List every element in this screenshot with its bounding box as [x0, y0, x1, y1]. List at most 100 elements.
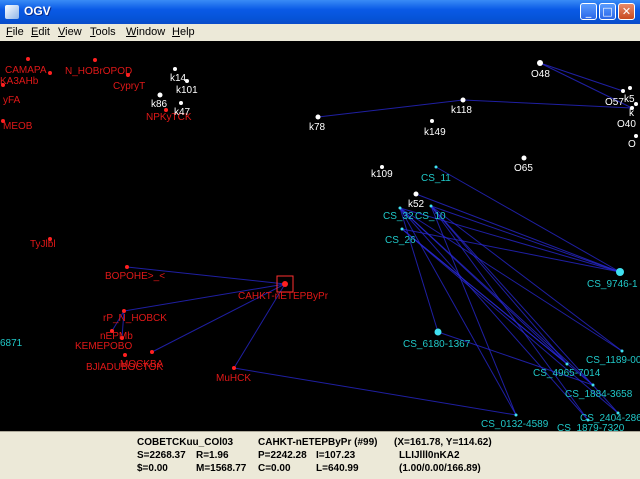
app-icon [5, 5, 19, 19]
graph-node[interactable]: CAMAPA [5, 57, 47, 76]
graph-node-label: KEMEPOBO [75, 341, 132, 352]
graph-node-dot[interactable] [429, 204, 433, 208]
graph-node[interactable]: k78 [309, 114, 326, 134]
graph-view[interactable]: CAMAPA N_HOBrOPODKA3AHb CypryTyFANPKyTCKME… [0, 41, 640, 431]
graph-node-dot[interactable] [282, 281, 288, 287]
graph-node[interactable]: CAHKT-nETEPByPr [238, 281, 329, 302]
graph-node-dot[interactable] [26, 57, 30, 61]
graph-node-dot[interactable] [591, 383, 595, 387]
graph-node[interactable]: O57 [605, 89, 625, 108]
graph-node[interactable]: CS_26 [385, 227, 416, 247]
graph-node-label: N_HOBrOPOD [65, 66, 132, 77]
graph-node[interactable]: CS_9746-1 [587, 268, 638, 290]
graph-node-label: CS_10 [415, 211, 446, 222]
graph-node-label: k [629, 108, 635, 119]
graph-node-dot[interactable] [413, 191, 419, 197]
graph-node-dot[interactable] [628, 86, 632, 90]
graph-node-label: O [628, 139, 636, 150]
graph-node-dot[interactable] [521, 155, 527, 161]
graph-node-dot[interactable] [123, 353, 127, 357]
graph-node-dot[interactable] [434, 328, 442, 336]
close-button[interactable]: ✕ [618, 3, 635, 20]
graph-edge [401, 228, 621, 273]
graph-node[interactable]: MOCKBA [120, 350, 164, 370]
graph-node-dot[interactable] [616, 268, 624, 276]
menu-view[interactable]: View [58, 26, 82, 38]
menu-file[interactable]: File [6, 26, 24, 38]
maximize-button[interactable]: □ [599, 3, 616, 20]
graph-edge [539, 62, 624, 92]
graph-node-label: CS_6180-1367 [403, 339, 471, 350]
graph-node[interactable]: TyJlbl [30, 237, 56, 250]
graph-node[interactable]: k86 [151, 92, 168, 111]
graph-node-dot[interactable] [93, 58, 97, 62]
graph-node-dot[interactable] [634, 134, 638, 138]
graph-node[interactable]: O48 [531, 60, 550, 80]
graph-node-dot[interactable] [565, 362, 569, 366]
graph-node-dot[interactable] [620, 349, 624, 353]
graph-node-label: rP_N_HOBCK [103, 313, 167, 324]
graph-node-dot[interactable] [185, 79, 189, 83]
graph-node-dot[interactable] [400, 227, 404, 231]
menu-tools[interactable]: Tools [90, 26, 116, 38]
graph-node-dot[interactable] [586, 418, 590, 422]
graph-node[interactable]: CS_0132-4589 [481, 413, 549, 431]
graph-node-label: CS_9746-1 [587, 279, 638, 290]
graph-node-label: MOCKBA [120, 359, 164, 370]
graph-node-dot[interactable] [1, 83, 5, 87]
status-i: I=107.23 [316, 450, 356, 461]
graph-node-dot[interactable] [460, 97, 466, 103]
status-l: L=640.99 [316, 463, 359, 474]
graph-node-dot[interactable] [514, 413, 518, 417]
menu-help[interactable]: Help [172, 26, 195, 38]
graph-node-label: BOPOHE>_< [105, 271, 165, 282]
graph-node[interactable]: MEOB [1, 119, 33, 132]
graph-node[interactable]: CS_1884-3658 [565, 383, 633, 401]
graph-node-dot[interactable] [621, 89, 625, 93]
graph-canvas[interactable]: CAMAPA N_HOBrOPOD KA3AHb CypryT yFA NPKyTCK ME… [0, 41, 640, 431]
title-bar[interactable]: OGV _ □ ✕ [0, 0, 640, 24]
graph-node-dot[interactable] [232, 366, 236, 370]
graph-node[interactable]: CS_1189-00 [586, 349, 640, 367]
graph-node-dot[interactable] [179, 101, 183, 105]
graph-node-dot[interactable] [126, 73, 130, 77]
graph-node-dot[interactable] [315, 114, 321, 120]
graph-node-dot[interactable] [634, 102, 638, 106]
status-bar: COBETCKuu_COl03 CAHKT-nETEPByPr (#99) (X… [0, 431, 640, 479]
graph-node-dot[interactable] [434, 165, 438, 169]
graph-node[interactable]: k149 [424, 119, 446, 138]
menu-edit[interactable]: Edit [31, 26, 50, 38]
graph-node[interactable]: O65 [514, 155, 533, 175]
graph-node-dot[interactable] [430, 119, 434, 123]
graph-node[interactable]: 6871 [0, 338, 23, 349]
graph-node[interactable]: k52 [408, 191, 425, 211]
graph-node-label: TyJlbl [30, 239, 56, 250]
status-node-name: COBETCKuu_COl03 [137, 437, 234, 448]
graph-edge [233, 367, 517, 416]
graph-node[interactable]: MuHCK [216, 366, 251, 384]
graph-node[interactable]: O [628, 134, 638, 150]
menu-window[interactable]: Window [126, 26, 165, 38]
graph-node-dot[interactable] [120, 336, 124, 340]
graph-node[interactable]: k5 [624, 86, 635, 105]
graph-node[interactable]: CS_11 [421, 165, 451, 185]
graph-node[interactable]: CS_6180-1367 [403, 328, 471, 351]
graph-node-dot[interactable] [173, 67, 177, 71]
graph-node-label: O40 [617, 119, 636, 130]
graph-node-label: k14 [170, 73, 187, 84]
status-c: C=0.00 [258, 463, 291, 474]
minimize-button[interactable]: _ [580, 3, 597, 20]
graph-edge [317, 99, 464, 118]
graph-node-dot[interactable] [150, 350, 154, 354]
graph-node-dot[interactable] [398, 206, 402, 210]
graph-node-dot[interactable] [157, 92, 163, 98]
graph-node[interactable]: rP_N_HOBCK [103, 309, 167, 324]
graph-node-dot[interactable] [537, 60, 543, 66]
graph-node[interactable]: k109 [371, 165, 393, 180]
graph-node-dot[interactable] [125, 265, 129, 269]
graph-node[interactable]: N_HOBrOPOD [65, 58, 132, 77]
graph-node[interactable]: k14 [170, 67, 187, 84]
graph-node-dot[interactable] [48, 71, 52, 75]
graph-node[interactable]: k47 [174, 101, 191, 118]
graph-node-label: O65 [514, 163, 533, 174]
